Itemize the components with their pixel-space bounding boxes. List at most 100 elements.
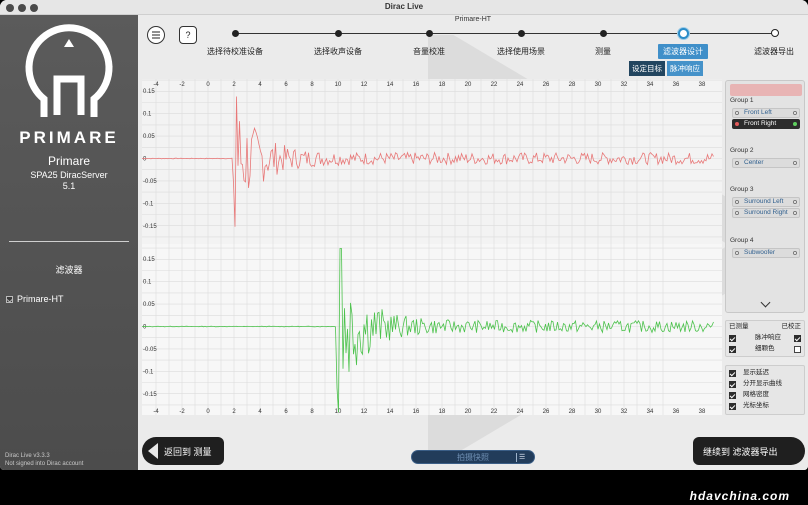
- sidebar-divider: [9, 241, 129, 242]
- step-dot-5[interactable]: [600, 30, 607, 37]
- x-tick-label: 38: [699, 82, 706, 88]
- option-label: 脉冲响应: [755, 334, 781, 341]
- site-watermark: hdavchina.com: [648, 470, 808, 505]
- x-tick-label: 30: [595, 82, 602, 88]
- x-tick-label: 8: [310, 409, 314, 415]
- group-title: Group 4: [730, 237, 754, 244]
- step-label-1[interactable]: 选择待校准设备: [207, 46, 263, 57]
- x-tick-label: 36: [673, 82, 680, 88]
- y-tick-label: 0.05: [143, 302, 155, 308]
- y-tick-label: -0.05: [143, 179, 157, 185]
- subtabs: 设定目标 脉冲响应: [629, 61, 703, 76]
- x-tick-label: 34: [647, 409, 654, 415]
- y-tick-label: -0.15: [143, 392, 157, 398]
- x-tick-label: 32: [621, 409, 628, 415]
- step-dot-3[interactable]: [426, 30, 433, 37]
- x-tick-label: -2: [179, 82, 185, 88]
- display-option-row: 光标坐标: [729, 401, 801, 411]
- separate-curves-checkbox[interactable]: [729, 381, 736, 388]
- speaker-group-panel[interactable]: Group 1 Front Left Front Right Group 2 C…: [725, 80, 805, 313]
- speaker-surround-right[interactable]: Surround Right: [732, 208, 800, 218]
- step-dot-1[interactable]: [232, 30, 239, 37]
- y-tick-label: -0.1: [143, 202, 154, 208]
- step-label-2[interactable]: 选择收声设备: [314, 46, 362, 57]
- impulse-corrected-checkbox[interactable]: [794, 335, 801, 342]
- step-dot-4[interactable]: [518, 30, 525, 37]
- filter-label: Primare-HT: [17, 294, 64, 304]
- login-status: Not signed into Dirac account: [5, 461, 84, 467]
- back-button[interactable]: 返回到 测量: [142, 437, 224, 465]
- filter-checkbox[interactable]: [6, 295, 13, 303]
- y-tick-label: 0.15: [143, 257, 155, 263]
- display-option-label: 显示延迟: [743, 369, 769, 376]
- step-label-3[interactable]: 音量校准: [413, 46, 445, 57]
- x-tick-label: 16: [413, 409, 420, 415]
- x-tick-label: 0: [206, 82, 210, 88]
- snapshot-label: 拍摄快照: [457, 452, 489, 462]
- display-option-row: 显示延迟: [729, 368, 801, 378]
- x-tick-label: -2: [179, 409, 185, 415]
- step-label-4[interactable]: 选择使用场景: [497, 46, 545, 57]
- cursor-coords-checkbox[interactable]: [729, 403, 736, 410]
- display-option-row: 分开显示曲线: [729, 379, 801, 389]
- x-tick-label: 14: [387, 409, 394, 415]
- snapshot-button[interactable]: 拍摄快照 ☰: [411, 450, 535, 464]
- next-button[interactable]: 继续到 滤波器导出: [693, 437, 805, 465]
- x-tick-label: 2: [232, 82, 236, 88]
- speaker-subwoofer[interactable]: Subwoofer: [732, 248, 800, 258]
- x-tick-label: 14: [387, 82, 394, 88]
- x-tick-label: 16: [413, 82, 420, 88]
- tab-target[interactable]: 设定目标: [629, 61, 665, 76]
- x-tick-label: 24: [517, 409, 524, 415]
- y-tick-label: 0: [143, 157, 147, 163]
- x-tick-label: 4: [258, 82, 262, 88]
- version-text: Dirac Live v3.3.3: [5, 453, 50, 459]
- menu-button[interactable]: [147, 26, 165, 44]
- step-label-5[interactable]: 测量: [595, 46, 611, 57]
- x-tick-label: 0: [206, 409, 210, 415]
- impulse-response-trace: [141, 248, 714, 413]
- step-dot-7[interactable]: [771, 29, 779, 37]
- x-tick-label: 30: [595, 409, 602, 415]
- speaker-front-left[interactable]: Front Left: [732, 108, 800, 118]
- impulse-plot-bottom[interactable]: -4 -2 0 2 4 6 8 10 12 14 16 18 20 22 24 26 28 30 32 34 36 38 0…: [141, 244, 722, 415]
- x-tick-label: 20: [465, 82, 472, 88]
- step-label-7[interactable]: 滤波器导出: [754, 46, 794, 57]
- tab-impulse-response[interactable]: 脉冲响应: [667, 61, 703, 76]
- x-tick-label: 18: [439, 82, 446, 88]
- grid-density-checkbox[interactable]: [729, 392, 736, 399]
- step-dot-2[interactable]: [335, 30, 342, 37]
- option-label: 细颗色: [755, 345, 775, 352]
- x-tick-label: -4: [153, 409, 159, 415]
- snapshot-menu-icon[interactable]: ☰: [516, 453, 528, 462]
- impulse-plot-top[interactable]: -4 -2 0 2 4 6 8 10 12 14 16 18 20 22 24 26 28 30 32 34 36 38 0…: [142, 79, 722, 244]
- curve-options-panel: 已测量 已校正 脉冲响应 细颗色: [725, 320, 805, 357]
- display-option-row: 网格密度: [729, 390, 801, 400]
- color-measured-checkbox[interactable]: [729, 346, 736, 353]
- filter-item-primare-ht[interactable]: Primare-HT: [6, 294, 64, 304]
- x-tick-label: 34: [647, 82, 654, 88]
- corrected-header: 已校正: [781, 323, 802, 330]
- x-tick-label: 18: [439, 409, 446, 415]
- chevron-down-icon[interactable]: [760, 297, 771, 308]
- display-option-label: 网格密度: [743, 391, 769, 398]
- help-button[interactable]: ?: [179, 26, 197, 44]
- y-tick-label: 0.1: [143, 280, 152, 286]
- speaker-front-right[interactable]: Front Right: [732, 119, 800, 129]
- x-tick-label: 4: [258, 409, 262, 415]
- x-tick-label: -4: [153, 82, 159, 88]
- option-row-impulse: 脉冲响应: [729, 333, 801, 343]
- step-dot-6[interactable]: [678, 28, 689, 39]
- product-name: Primare: [47, 154, 90, 168]
- color-corrected-checkbox[interactable]: [794, 346, 801, 353]
- x-tick-label: 32: [621, 82, 628, 88]
- main-area: ? Primare-HT 选择待校准设备 选择收声设备 音量校准 选择使用场景 …: [138, 15, 808, 470]
- speaker-center[interactable]: Center: [732, 158, 800, 168]
- x-tick-label: 38: [699, 409, 706, 415]
- x-tick-label: 26: [543, 409, 550, 415]
- speaker-surround-left[interactable]: Surround Left: [732, 197, 800, 207]
- display-options-panel: 显示延迟 分开显示曲线 网格密度 光标坐标: [725, 365, 805, 415]
- impulse-measured-checkbox[interactable]: [729, 335, 736, 342]
- show-delay-checkbox[interactable]: [729, 370, 736, 377]
- step-label-6[interactable]: 滤波器设计: [658, 44, 708, 59]
